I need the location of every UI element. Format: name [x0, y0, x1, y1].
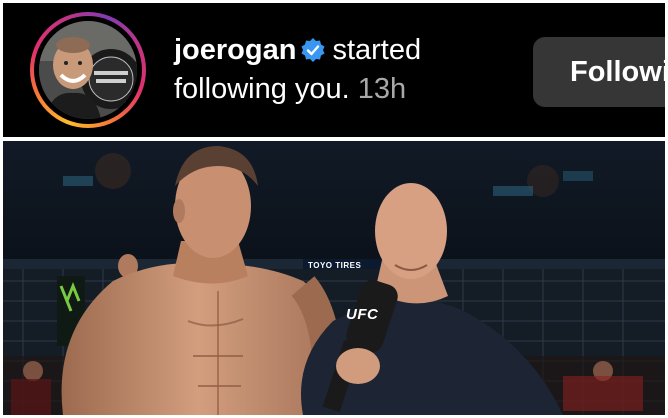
avatar[interactable] — [39, 21, 137, 119]
avatar-image — [39, 21, 137, 119]
verified-badge-icon — [300, 35, 326, 62]
ufc-mic-logo: UFC — [346, 306, 379, 323]
timestamp: 13h — [357, 73, 407, 105]
sponsor-banner: TOYO TIRES — [308, 261, 362, 270]
username[interactable]: joerogan — [174, 34, 296, 66]
avatar-border — [34, 16, 142, 124]
photo-scene — [3, 141, 665, 415]
notification-text: joerogan started following you. 13h — [174, 31, 514, 109]
follow-button[interactable]: Followi — [533, 37, 665, 107]
interview-photo: UFC TOYO TIRES — [3, 141, 665, 415]
story-ring[interactable] — [30, 12, 146, 128]
follow-notification[interactable]: joerogan started following you. 13h Follo… — [3, 3, 665, 137]
